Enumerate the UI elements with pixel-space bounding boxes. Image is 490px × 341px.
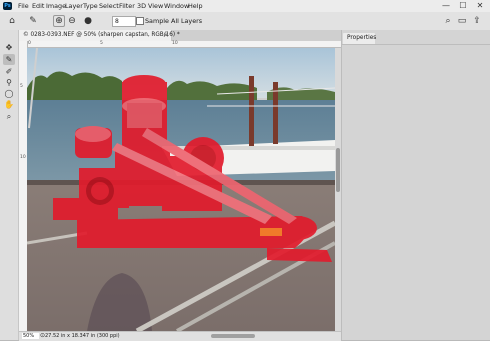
ruler-left-label: 5	[20, 84, 23, 89]
menu-edit[interactable]: Edit	[32, 2, 44, 10]
document-tab-title: © 0283-0393.NEF @ 50% (sharpen capstan, …	[23, 32, 180, 38]
menu-bar: Ps File Edit Image Layer Type Select Fil…	[0, 0, 490, 12]
ruler-top: 0 5 10	[27, 41, 341, 48]
close-window-button[interactable]: ✕	[475, 1, 485, 11]
menu-window[interactable]: Window	[164, 2, 189, 10]
menu-view[interactable]: View	[148, 2, 163, 10]
menu-file[interactable]: File	[18, 2, 29, 10]
ruler-top-label: 5	[100, 41, 103, 46]
workspace-icon[interactable]: ▭	[456, 15, 468, 27]
zoom-field[interactable]: 50%	[22, 333, 39, 339]
options-bar: ⌂ ✎ ⊕ ⊖ ● 8 Sample All Layers ⌕ ▭ ⇪	[0, 12, 490, 31]
hand-icon[interactable]: ✋	[3, 99, 15, 110]
sample-all-layers-label: Sample All Layers	[145, 17, 203, 25]
brush-preset-icon[interactable]: ●	[82, 15, 94, 27]
brush-add-icon[interactable]: ⊕	[53, 15, 65, 27]
photoshop-logo-icon: Ps	[3, 2, 12, 10]
horizontal-scroll-thumb[interactable]	[211, 334, 255, 338]
share-icon[interactable]: ⇪	[471, 15, 483, 27]
quick-mask-brush-icon[interactable]: ✎	[27, 15, 39, 27]
properties-panel	[341, 30, 490, 340]
lasso-icon[interactable]: ◯	[3, 88, 15, 99]
ruler-top-label: 0	[28, 41, 31, 46]
image-canvas[interactable]	[27, 48, 335, 331]
minimize-button[interactable]: —	[441, 1, 451, 11]
stamp-icon[interactable]: ⚲	[3, 77, 15, 88]
brush-subtract-icon[interactable]: ⊖	[66, 15, 78, 27]
home-icon[interactable]: ⌂	[6, 15, 18, 27]
close-tab-icon[interactable]: ×	[163, 31, 169, 39]
panel-divider	[341, 44, 490, 45]
tab-properties[interactable]: Properties	[343, 33, 377, 44]
menu-type[interactable]: Type	[83, 2, 98, 10]
document-info: 27.52 in x 18.347 in (300 ppi)	[45, 333, 120, 339]
document-tab[interactable]: © 0283-0393.NEF @ 50% (sharpen capstan, …	[19, 30, 180, 41]
zoom-icon[interactable]: ⌕	[3, 111, 15, 122]
menu-help[interactable]: Help	[188, 2, 203, 10]
menu-filter[interactable]: Filter	[119, 2, 135, 10]
orange-handle	[260, 228, 282, 236]
ruler-left-label: 10	[20, 155, 26, 160]
vertical-scroll-thumb[interactable]	[336, 148, 340, 192]
search-icon[interactable]: ⌕	[442, 15, 454, 27]
sample-all-layers-checkbox[interactable]	[136, 17, 144, 25]
properties-tab-label: Properties	[347, 35, 377, 41]
piling	[249, 76, 254, 146]
tools-panel: ✥ ✎ ✐ ⚲ ◯ ✋ ⌕	[0, 30, 19, 340]
menu-layer[interactable]: Layer	[65, 2, 83, 10]
brush-size-field[interactable]: 8	[112, 16, 136, 27]
ruler-top-label: 10	[172, 41, 178, 46]
move-icon[interactable]: ✥	[3, 42, 15, 53]
quick-selection-icon[interactable]: ✎	[3, 54, 15, 65]
menu-3d[interactable]: 3D	[137, 2, 146, 10]
maximize-button[interactable]: ☐	[458, 1, 468, 11]
brush-icon[interactable]: ✐	[3, 66, 15, 77]
menu-image[interactable]: Image	[46, 2, 66, 10]
menu-select[interactable]: Select	[99, 2, 119, 10]
